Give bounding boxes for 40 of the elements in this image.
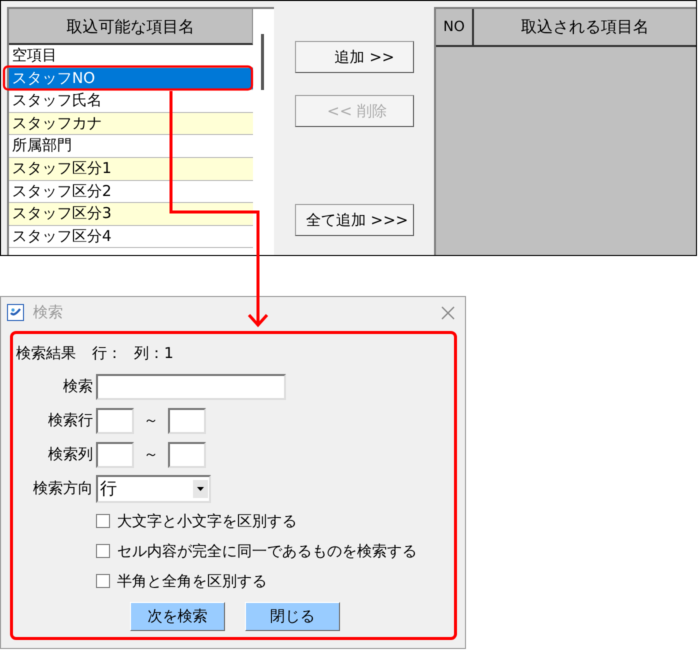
column-header: 取込可能な項目名 <box>9 9 253 45</box>
checkbox-label: セル内容が完全に同一であるものを検索する <box>117 542 417 560</box>
caret-icon <box>193 480 208 498</box>
list-item[interactable]: 所属部門 <box>9 135 253 158</box>
result-label: 検索結果 <box>16 344 76 362</box>
list-item[interactable]: スタッフ区分4 <box>9 226 253 248</box>
checkbox[interactable] <box>96 514 110 528</box>
range-end-field[interactable] <box>168 408 206 434</box>
checkbox[interactable] <box>96 574 110 588</box>
direction-dropdown[interactable]: 行 <box>96 474 211 502</box>
range-separator: ～ <box>142 411 160 430</box>
checkbox-label: 大文字と小文字を区別する <box>117 512 297 530</box>
range-end-field[interactable] <box>168 442 206 468</box>
field-label: 検索 <box>62 377 93 396</box>
column-header: NO <box>436 9 474 45</box>
dialog-title: 検索 <box>33 303 63 322</box>
field-label: 検索方向 <box>32 479 93 498</box>
result-column: 列：1 <box>134 344 174 362</box>
dialog-button[interactable]: 次を検索 <box>130 602 225 631</box>
list-item[interactable]: スタッフ区分1 <box>9 158 253 181</box>
dialog-button[interactable]: 閉じる <box>245 602 340 631</box>
range-start-field[interactable] <box>96 442 134 468</box>
range-separator: ～ <box>142 445 160 464</box>
checkbox[interactable] <box>96 544 110 558</box>
scrollbar-thumb[interactable] <box>261 34 264 90</box>
checkbox-label: 半角と全角を区別する <box>117 572 267 590</box>
app-icon <box>7 304 24 321</box>
action-button[interactable]: 追加 >> <box>294 41 414 73</box>
range-start-field[interactable] <box>96 408 134 434</box>
list-item[interactable]: スタッフカナ <box>9 112 253 136</box>
field-label: 検索列 <box>47 445 93 464</box>
search-field[interactable] <box>96 374 286 400</box>
result-row: 行： <box>92 344 122 362</box>
list-item[interactable]: スタッフ区分2 <box>9 180 253 204</box>
close-icon[interactable] <box>441 306 455 320</box>
field-label: 検索行 <box>47 411 93 430</box>
list-item[interactable]: スタッフ区分3 <box>9 203 253 226</box>
list-item[interactable]: スタッフ氏名 <box>9 90 253 113</box>
column-header: 取込される項目名 <box>520 16 650 38</box>
action-button[interactable]: 全て追加 >>> <box>294 204 414 236</box>
